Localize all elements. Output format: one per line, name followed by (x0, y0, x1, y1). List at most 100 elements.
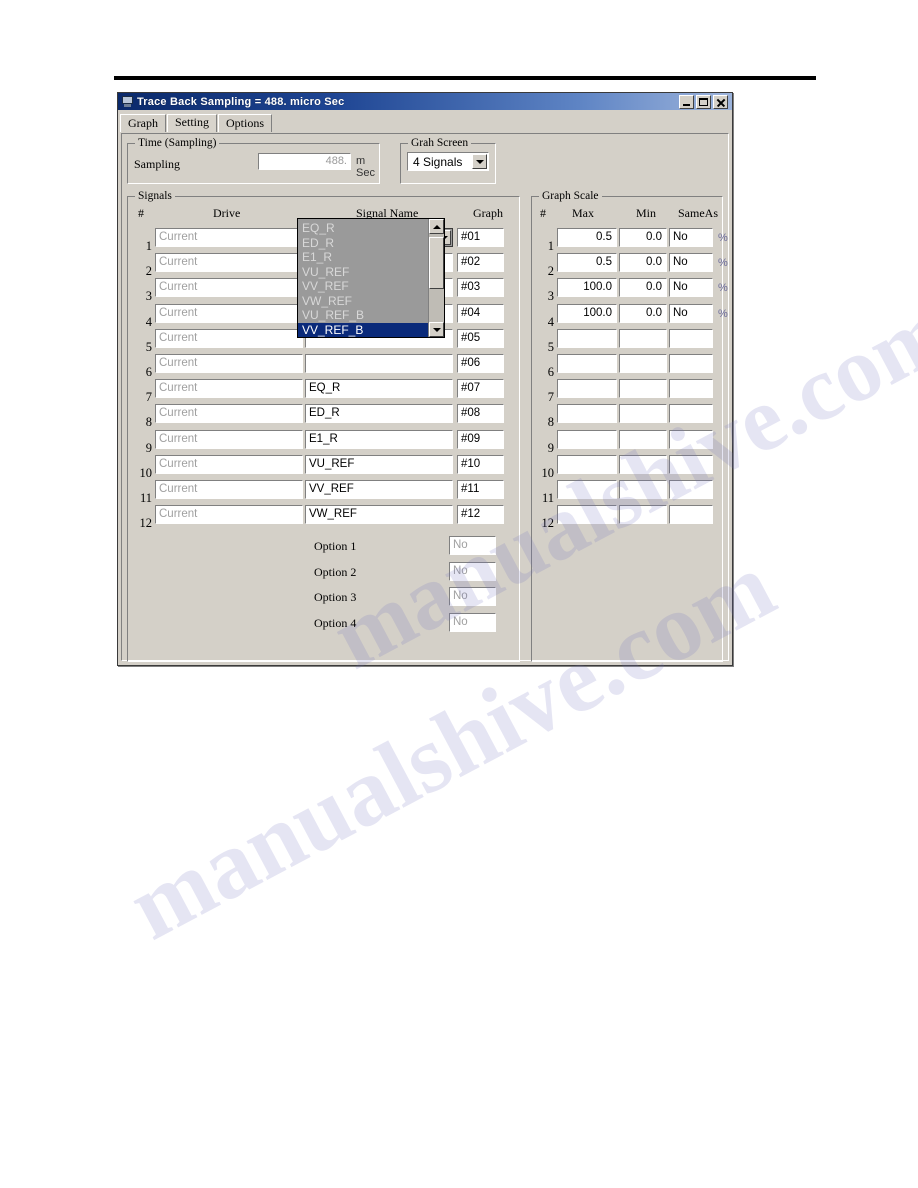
graph-screen-select[interactable]: 4 Signals (407, 152, 489, 171)
signal-graph-input[interactable]: #03 (457, 278, 504, 298)
scale-sameas-input[interactable] (669, 404, 713, 424)
scale-sameas-input[interactable] (669, 429, 713, 449)
dropdown-item[interactable]: EQ_R (298, 221, 428, 236)
signal-graph-input[interactable]: #04 (457, 303, 504, 323)
scale-min-input[interactable] (619, 480, 667, 499)
scale-max-input[interactable] (557, 429, 617, 449)
scale-header-sameas: SameAs (678, 206, 718, 220)
scale-max-input[interactable] (557, 328, 617, 348)
signal-graph-input[interactable]: #11 (457, 480, 504, 499)
signal-drive-input[interactable]: Current (155, 480, 303, 499)
scale-max-input[interactable]: 0.5 (557, 253, 617, 273)
tab-options[interactable]: Options (218, 114, 273, 132)
sampling-input[interactable]: 488. (258, 153, 351, 170)
maximize-button[interactable] (696, 94, 711, 109)
scale-min-input[interactable]: 0.0 (619, 253, 667, 273)
scale-sameas-input[interactable]: No (669, 228, 713, 247)
scale-row-number: 7 (547, 390, 554, 405)
signal-graph-input[interactable]: #12 (457, 505, 504, 525)
scale-max-input[interactable]: 0.5 (557, 228, 617, 247)
window-titlebar[interactable]: Trace Back Sampling = 488. micro Sec (118, 93, 732, 110)
scale-max-input[interactable] (557, 454, 617, 474)
option-value-input[interactable]: No (449, 612, 496, 632)
signal-drive-input[interactable]: Current (155, 354, 303, 373)
scale-sameas-input[interactable]: No (669, 253, 713, 273)
scale-max-input[interactable] (557, 505, 617, 525)
signal-graph-input[interactable]: #10 (457, 454, 504, 474)
signal-graph-input[interactable]: #09 (457, 429, 504, 449)
signal-drive-input[interactable]: Current (155, 429, 303, 449)
signal-graph-input[interactable]: #06 (457, 354, 504, 373)
signal-name-input[interactable]: EQ_R (305, 379, 453, 399)
scroll-up-icon[interactable] (429, 219, 444, 234)
scale-sameas-input[interactable] (669, 328, 713, 348)
scale-max-input[interactable]: 100.0 (557, 303, 617, 323)
scale-sameas-input[interactable] (669, 354, 713, 373)
signal-drive-input[interactable]: Current (155, 253, 303, 273)
scale-min-input[interactable]: 0.0 (619, 228, 667, 247)
scale-min-input[interactable] (619, 429, 667, 449)
option-value-input[interactable]: No (449, 561, 496, 581)
signal-drive-input[interactable]: Current (155, 505, 303, 525)
scale-sameas-input[interactable]: No (669, 303, 713, 323)
signal-name-input[interactable]: VV_REF (305, 480, 453, 499)
dropdown-item[interactable]: VV_REF (298, 279, 428, 294)
signal-name-input[interactable]: ED_R (305, 404, 453, 424)
signal-graph-input[interactable]: #08 (457, 404, 504, 424)
scale-sameas-input[interactable] (669, 454, 713, 474)
scale-max-input[interactable] (557, 354, 617, 373)
scale-min-input[interactable] (619, 505, 667, 525)
signal-graph-input[interactable]: #07 (457, 379, 504, 399)
scale-sameas-input[interactable] (669, 505, 713, 525)
signal-graph-input[interactable]: #02 (457, 253, 504, 273)
chevron-down-icon[interactable] (472, 154, 487, 169)
signal-graph-input[interactable]: #05 (457, 328, 504, 348)
signal-drive-input[interactable]: Current (155, 278, 303, 298)
scale-percent-label: % (718, 232, 728, 244)
signal-name-input[interactable]: VW_REF (305, 505, 453, 525)
scale-sameas-input[interactable] (669, 379, 713, 399)
dropdown-item[interactable]: ED_R (298, 236, 428, 251)
scale-max-input[interactable] (557, 404, 617, 424)
scale-sameas-input[interactable]: No (669, 278, 713, 298)
signal-name-input[interactable]: E1_R (305, 429, 453, 449)
signal-name-input[interactable] (305, 354, 453, 373)
signal-drive-input[interactable]: Current (155, 228, 303, 247)
signal-drive-input[interactable]: Current (155, 379, 303, 399)
scroll-down-icon[interactable] (429, 322, 444, 337)
signal-name-input[interactable]: VU_REF (305, 454, 453, 474)
dropdown-item[interactable]: E1_R (298, 250, 428, 265)
dropdown-item[interactable]: VV_REF_B (298, 322, 428, 337)
scale-min-input[interactable] (619, 328, 667, 348)
signal-graph-input[interactable]: #01 (457, 228, 504, 247)
option-value-input[interactable]: No (449, 536, 496, 555)
scale-min-input[interactable] (619, 454, 667, 474)
dropdown-item[interactable]: VU_REF (298, 265, 428, 280)
signal-row-number: 10 (139, 465, 153, 480)
signal-row-number: 1 (145, 239, 152, 253)
scale-min-input[interactable]: 0.0 (619, 278, 667, 298)
tab-setting[interactable]: Setting (167, 114, 218, 132)
scale-row-number: 5 (547, 339, 554, 354)
scrollbar-thumb[interactable] (429, 237, 444, 289)
signal-drive-input[interactable]: Current (155, 303, 303, 323)
signal-drive-input[interactable]: Current (155, 404, 303, 424)
dropdown-item[interactable]: VW_REF (298, 294, 428, 309)
dropdown-item[interactable]: VU_REF_B (298, 308, 428, 323)
scale-min-input[interactable] (619, 354, 667, 373)
dropdown-scrollbar[interactable] (428, 219, 444, 337)
tab-graph[interactable]: Graph (120, 114, 166, 132)
scale-min-input[interactable] (619, 404, 667, 424)
close-button[interactable] (713, 94, 728, 109)
scale-max-input[interactable]: 100.0 (557, 278, 617, 298)
scale-min-input[interactable]: 0.0 (619, 303, 667, 323)
scale-sameas-input[interactable] (669, 480, 713, 499)
signal-name-dropdown-list[interactable]: EQ_R ED_R E1_R VU_REF VV_REF VW_REF VU_REF_B VV… (297, 218, 445, 338)
scale-max-input[interactable] (557, 480, 617, 499)
option-value-input[interactable]: No (449, 587, 496, 606)
minimize-button[interactable] (679, 94, 694, 109)
signal-drive-input[interactable]: Current (155, 328, 303, 348)
signal-drive-input[interactable]: Current (155, 454, 303, 474)
scale-min-input[interactable] (619, 379, 667, 399)
scale-max-input[interactable] (557, 379, 617, 399)
